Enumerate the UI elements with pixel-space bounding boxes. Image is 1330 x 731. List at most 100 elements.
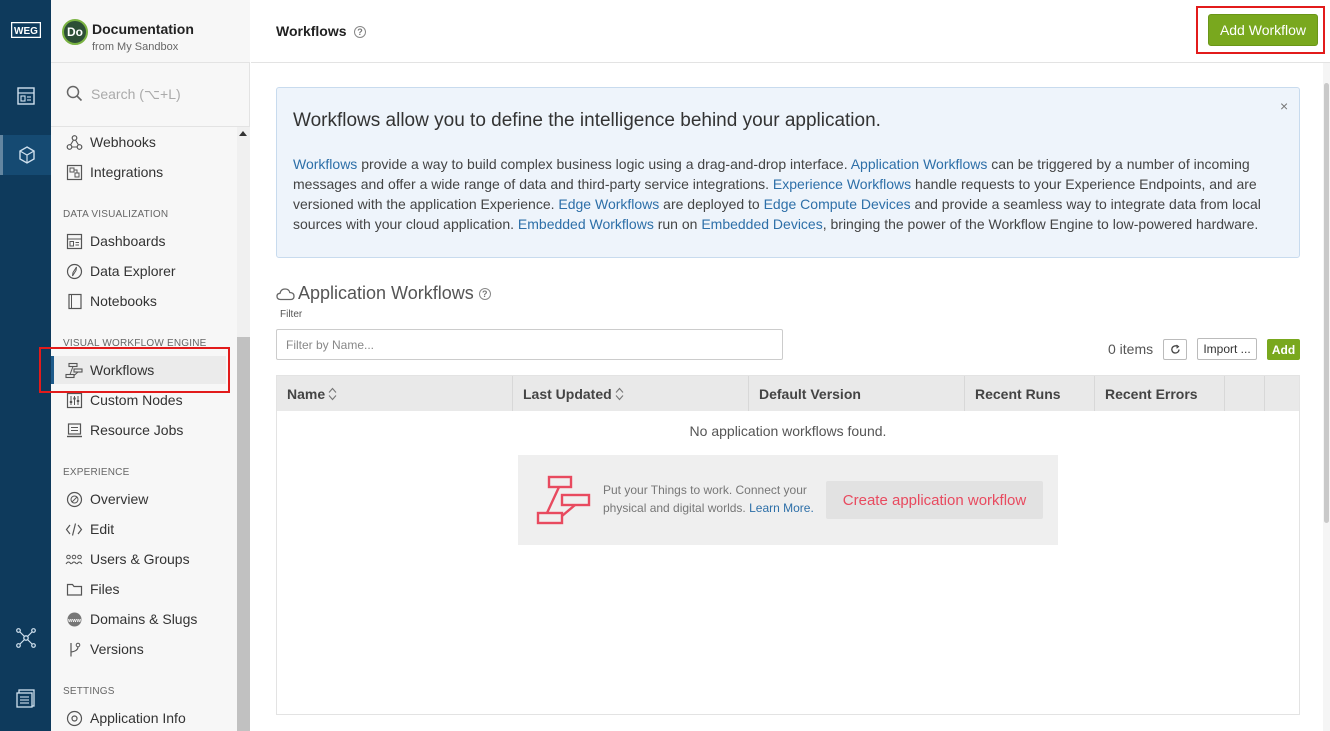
info-text: run on (653, 216, 702, 232)
sidebar-item-label: Files (90, 581, 120, 597)
info-link[interactable]: Experience Workflows (773, 176, 911, 192)
network-icon (15, 628, 36, 648)
sidebar-item-resource-jobs[interactable]: Resource Jobs (51, 416, 226, 444)
sidebar-item-dashboards[interactable]: Dashboards (51, 227, 226, 255)
overview-icon (65, 490, 83, 508)
sidebar-item-domains-slugs[interactable]: www Domains & Slugs (51, 605, 226, 633)
sidebar-item-label: Notebooks (90, 293, 157, 309)
sidebar-item-label: Overview (90, 491, 149, 507)
column-name[interactable]: Name (277, 376, 513, 411)
info-link[interactable]: Embedded Workflows (518, 216, 654, 232)
sidebar-item-label: Versions (90, 641, 144, 657)
sidebar-item-label: Integrations (90, 164, 164, 180)
page-title: Workflows (276, 23, 347, 39)
svg-text:www: www (67, 618, 82, 624)
code-icon (65, 520, 83, 538)
sidebar-item-label: Custom Nodes (90, 392, 183, 408)
close-icon[interactable]: × (1280, 98, 1288, 114)
column-recent-errors: Recent Errors (1095, 376, 1225, 411)
column-actions (1225, 376, 1265, 411)
dashboard-icon (65, 232, 83, 250)
webhook-icon (65, 133, 83, 151)
rail-devices-button[interactable] (0, 618, 51, 658)
sidebar-item-webhooks[interactable]: Webhooks (51, 128, 226, 156)
gear-icon (65, 709, 83, 727)
weg-logo[interactable]: WEG (9, 18, 42, 42)
section-data-visualization: DATA VISUALIZATION (63, 209, 169, 220)
search-icon (66, 85, 83, 102)
sidebar-item-edit[interactable]: Edit (51, 515, 226, 543)
sidebar-item-label: Domains & Slugs (90, 611, 198, 627)
integrations-icon (65, 163, 83, 181)
dashboard-grid-icon (16, 87, 35, 105)
learn-more-link[interactable]: Learn More. (749, 501, 814, 515)
rail-dashboard-button[interactable] (0, 76, 51, 116)
empty-message: No application workflows found. (689, 423, 887, 439)
sidebar-item-data-explorer[interactable]: Data Explorer (51, 257, 226, 285)
sidebar-item-notebooks[interactable]: Notebooks (51, 287, 226, 315)
sidebar-scrollbar[interactable] (237, 127, 250, 731)
table-header: Name Last Updated Default Version Recent… (277, 376, 1299, 411)
column-recent-runs: Recent Runs (965, 376, 1095, 411)
sidebar-item-label: Dashboards (90, 233, 166, 249)
filter-input[interactable] (276, 329, 783, 360)
info-link[interactable]: Application Workflows (851, 156, 988, 172)
cloud-icon (276, 287, 295, 300)
main-content: Workflows ? Add Workflow Workflows allow… (251, 0, 1330, 731)
svg-text:WEG: WEG (14, 26, 38, 37)
info-link[interactable]: Workflows (293, 156, 357, 172)
compass-icon (65, 262, 83, 280)
create-application-workflow-button[interactable]: Create application workflow (826, 481, 1043, 519)
filter-label: Filter (280, 309, 303, 320)
sort-icon (615, 387, 624, 400)
add-button[interactable]: Add (1267, 339, 1300, 360)
import-button[interactable]: Import ... (1197, 338, 1257, 360)
section-help-icon[interactable]: ? (478, 287, 491, 300)
workflows-highlight-box (39, 347, 230, 393)
help-icon[interactable]: ? (354, 26, 366, 38)
info-link[interactable]: Edge Workflows (558, 196, 659, 212)
items-count: 0 items (1108, 341, 1154, 357)
info-text: provide a way to build complex business … (357, 156, 851, 172)
folder-icon (65, 580, 83, 598)
column-last-updated[interactable]: Last Updated (513, 376, 749, 411)
sort-icon (328, 387, 337, 400)
page-header: Workflows ? Add Workflow (251, 0, 1330, 63)
section-title: Application Workflows (298, 283, 474, 303)
empty-state-text: Put your Things to work. Connect your ph… (603, 483, 814, 515)
workflows-table: Name Last Updated Default Version Recent… (276, 375, 1300, 715)
cube-icon (19, 146, 35, 164)
rail-applications-button[interactable] (0, 135, 51, 175)
sidebar-item-application-info[interactable]: Application Info (51, 704, 226, 731)
sidebar-item-integrations[interactable]: Integrations (51, 158, 226, 186)
rail-organization-button[interactable] (0, 678, 51, 718)
sidebar-scroll-thumb[interactable] (237, 337, 250, 731)
logo-icon: WEG (10, 22, 41, 38)
refresh-button[interactable] (1163, 339, 1187, 360)
branch-icon (65, 640, 83, 658)
main-scroll-thumb[interactable] (1324, 83, 1329, 523)
info-link[interactable]: Edge Compute Devices (764, 196, 911, 212)
info-link[interactable]: Embedded Devices (701, 216, 822, 232)
app-sandbox: from My Sandbox (92, 41, 179, 53)
column-default-version: Default Version (749, 376, 965, 411)
info-text: are deployed to (659, 196, 764, 212)
section-settings: SETTINGS (63, 686, 115, 697)
sidebar-item-versions[interactable]: Versions (51, 635, 226, 663)
empty-state-card: Put your Things to work. Connect your ph… (518, 455, 1058, 545)
application-header[interactable]: Do Documentation from My Sandbox (51, 0, 250, 63)
main-scrollbar[interactable] (1323, 63, 1330, 731)
globe-icon: www (65, 610, 83, 628)
sidebar-item-users-groups[interactable]: Users & Groups (51, 545, 226, 573)
search-bar (51, 63, 250, 127)
sidebar-item-label: Data Explorer (90, 263, 176, 279)
sidebar-item-label: Resource Jobs (90, 422, 184, 438)
scroll-up-arrow-icon[interactable] (239, 131, 247, 136)
sidebar-item-label: Users & Groups (90, 551, 190, 567)
sidebar-item-label: Application Info (90, 710, 186, 726)
app-avatar: Do (62, 19, 88, 45)
search-input[interactable] (91, 83, 241, 105)
sidebar-item-overview[interactable]: Overview (51, 485, 226, 513)
sidebar-item-files[interactable]: Files (51, 575, 226, 603)
building-icon (15, 689, 35, 708)
